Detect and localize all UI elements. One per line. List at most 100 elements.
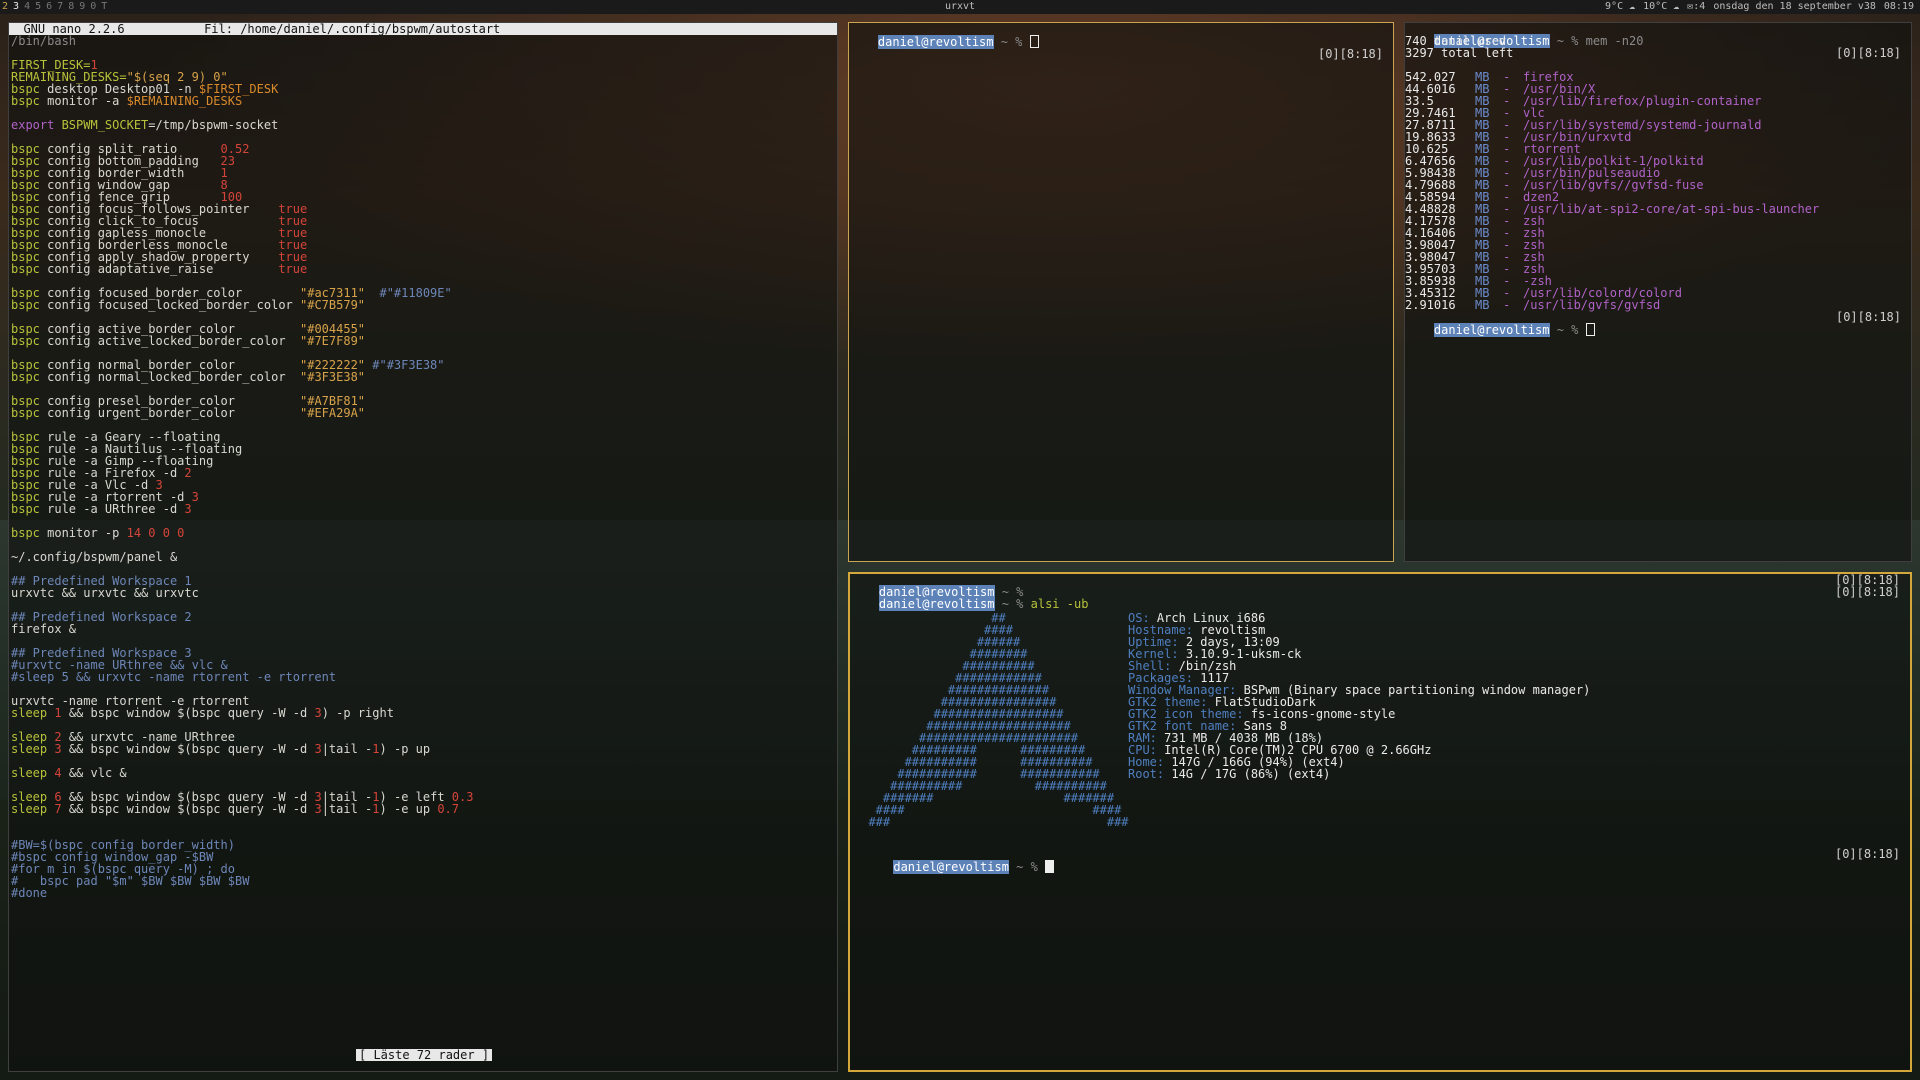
prompt-right-status: [0][8:18] [1317,47,1383,61]
prompt-symbol: ~ % [994,597,1031,611]
code-token: 1 [372,742,380,756]
code-token: bspc [11,94,40,108]
arch-linux-logo: ## #### ###### ######## ########## #####… [854,612,1129,829]
code-line: # bspc pad "$m" $BW $BW $BW $BW [11,875,837,887]
code-token: && bspc window $(bspc query -W -d [61,706,315,720]
status-item: 10°C ☁ [1643,1,1680,12]
code-token: =/tmp/bspwm-socket [148,118,279,132]
mem-process-list: 542.027 MB - firefox 44.6016 MB -/usr/bin/X 33.… [1405,71,1911,311]
terminal-mem[interactable]: daniel@revoltism ~ % mem -n20 [0][8:18] … [1404,22,1912,562]
prompt-symbol: ~ % [993,35,1030,49]
code-token: bspc [11,298,40,312]
code-token: sleep [11,742,55,756]
code-token: 14 0 0 0 [126,526,185,540]
code-token: 3 [184,502,192,516]
nano-editor-window[interactable]: GNU nano 2.2.6 Fil: /home/daniel/.config… [8,22,838,1072]
top-panel: 234567890T urxvt 9°C ☁ 10°C ☁ ✉:4 onsdag de… [0,0,1920,14]
code-token: 3 [54,742,62,756]
code-line: ## Predefined Workspace 2 [11,611,837,623]
code-token: /bin/bash [11,34,77,48]
code-token: urxvtc && urxvtc && urxvtc [11,586,199,600]
code-token: 4 [54,766,62,780]
code-token: firefox & [11,622,77,636]
code-line: bspc config focused_locked_border_color … [11,299,837,311]
code-line: bspc monitor -a $REMAINING_DESKS [11,95,837,107]
code-line: sleep 3 && bspc window $(bspc query -W -… [11,743,837,755]
text-cursor [1029,35,1039,48]
code-line: bspc config adaptative_raise true [11,263,837,275]
code-line: urxvtc && urxvtc && urxvtc [11,587,837,599]
code-token: 1 [54,706,62,720]
status-item: 08:19 [1883,1,1914,12]
code-token: 3 [314,706,322,720]
status-item: 9°C ☁ [1605,1,1636,12]
code-token: bspc [11,262,40,276]
code-token: config normal_locked_border_color [39,370,300,384]
code-token: rule -a URthree -d [39,502,185,516]
code-line: bspc config urgent_border_color "#EFA29A… [11,407,837,419]
panel-status: 9°C ☁ 10°C ☁ ✉:4 onsdag den 18 september v3… [1597,0,1914,14]
prompt-right-status: [0][8:18] [1834,585,1900,599]
code-line: #sleep 5 && urxvtc -name rtorrent -e rto… [11,671,837,683]
mem-process: /usr/lib/gvfs/gvfsd [1523,298,1661,312]
prompt-user: daniel@revoltism [893,860,1009,874]
code-token: config urgent_border_color [39,406,300,420]
code-token: config active_locked_border_color [39,334,300,348]
code-token: 3 [314,742,322,756]
info-key: Root: [1128,767,1165,781]
code-line: ~/.config/bspwm/panel & [11,551,837,563]
mem-process: /usr/lib/at-spi2-core/at-spi-bus-launche… [1523,202,1820,216]
code-token: ) -e up [379,802,438,816]
code-token: |tail - [321,742,373,756]
mem-size: 2.91016 [1405,298,1456,312]
code-token: ) -p up [379,742,431,756]
mem-dash: - [1503,298,1511,312]
terminal-empty[interactable]: daniel@revoltism ~ % [0][8:18] [848,22,1394,562]
code-token: #"#11809E" [365,286,452,300]
code-line: bspc monitor -p 14 0 0 0 [11,527,837,539]
prompt-command: ~ % mem -n20 [1549,34,1644,48]
logo-line: ### ### [854,815,1129,829]
prompt-right-status: [0][8:18] [1834,847,1900,861]
info-row: Root: 14G / 17G (86%) (ext4) [1128,768,1590,780]
mem-process: /usr/lib/firefox/plugin-container [1523,94,1762,108]
prompt-command: alsi -ub [1030,597,1089,611]
code-line: bspc config active_locked_border_color "… [11,335,837,347]
code-line: #done [11,887,837,899]
code-token: sleep [11,706,55,720]
text-cursor [1045,860,1055,873]
prompt-user: daniel@revoltism [878,597,995,611]
code-token: 3 [191,490,199,504]
code-token: sleep [11,766,55,780]
nano-text-area[interactable]: /bin/bash FIRST_DESK=1 REMAINING_DESKS="$(… [9,35,837,899]
code-token: |tail - [321,802,373,816]
code-line: firefox & [11,623,837,635]
code-token: bspc [11,370,40,384]
code-token: BSPWM_SOCKET [61,118,149,132]
code-token: config adaptative_raise [39,262,279,276]
code-token: "#C7B579" [300,298,366,312]
code-token: bspc [11,406,40,420]
code-token: #done [11,886,48,900]
mem-unit: MB [1475,298,1490,312]
code-line: /bin/bash [11,35,837,47]
code-line: bspc config normal_locked_border_color "… [11,371,837,383]
code-token: && vlc & [61,766,127,780]
code-token: bspc [11,334,40,348]
code-token: monitor -a [39,94,127,108]
code-token: config focused_locked_border_color [39,298,300,312]
code-line: export BSPWM_SOCKET=/tmp/bspwm-socket [11,119,837,131]
code-token: #sleep 5 && urxvtc -name rtorrent -e rto… [11,670,337,684]
nano-title-bar: GNU nano 2.2.6 Fil: /home/daniel/.config… [9,22,838,36]
code-token: ~/.config/bspwm/panel & [11,550,178,564]
text-cursor [1585,323,1595,336]
code-line: bspc rule -a URthree -d 3 [11,503,837,515]
prompt-symbol: ~ % [1008,860,1046,874]
code-token: "#7E7F89" [300,334,366,348]
system-info-list: OS: Arch Linux i686 Hostname: revoltism Up… [1128,612,1590,780]
code-line: sleep 4 && vlc & [11,767,837,779]
code-token: true [278,262,308,276]
